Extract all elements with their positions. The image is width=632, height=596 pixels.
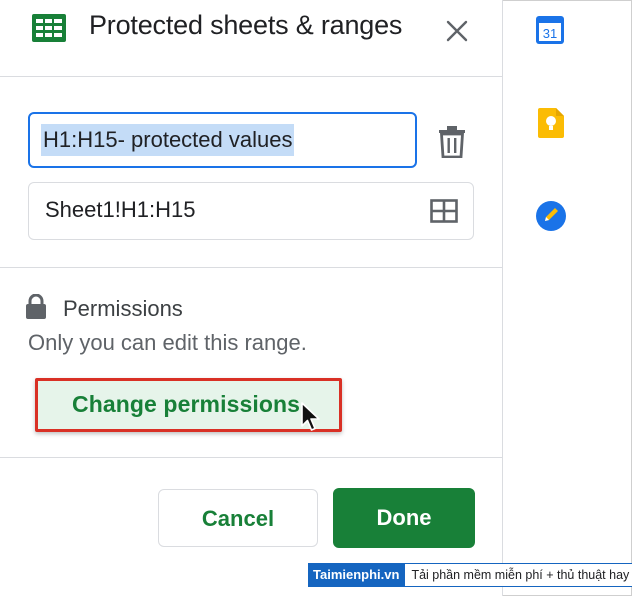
range-field[interactable]: Sheet1!H1:H15 (28, 182, 474, 240)
description-value: H1:H15- protected values (41, 124, 295, 156)
watermark-brand: Taimienphi.vn (308, 563, 405, 587)
section-divider (0, 267, 502, 268)
lock-icon (25, 293, 47, 325)
watermark-tagline: Tải phần mềm miễn phí + thủ thuật hay (404, 563, 632, 587)
watermark-banner: Taimienphi.vn Tải phần mềm miễn phí + th… (308, 563, 632, 587)
permissions-heading: Permissions (63, 296, 183, 321)
permissions-description: Only you can edit this range. (28, 330, 307, 355)
trash-icon[interactable] (438, 126, 466, 163)
header-divider (0, 76, 502, 77)
keep-icon[interactable] (538, 108, 564, 143)
cancel-label: Cancel (201, 506, 275, 531)
change-permissions-button[interactable]: Change permissions (35, 378, 342, 432)
calendar-icon[interactable]: 31 (536, 16, 564, 49)
done-button[interactable]: Done (333, 488, 475, 548)
calendar-day: 31 (543, 26, 557, 41)
footer-divider (0, 457, 502, 458)
mouse-cursor-icon (300, 402, 322, 437)
side-panel-divider (502, 0, 503, 596)
change-permissions-label: Change permissions (72, 391, 301, 417)
grid-icon[interactable] (430, 199, 458, 228)
sheets-icon (32, 14, 66, 47)
panel-title: Protected sheets & ranges (89, 10, 403, 40)
close-icon[interactable] (445, 19, 469, 48)
range-value: Sheet1!H1:H15 (45, 197, 196, 222)
done-label: Done (376, 505, 432, 530)
protected-ranges-panel: Protected sheets & ranges H1:H15- protec… (0, 0, 502, 596)
cancel-button[interactable]: Cancel (158, 489, 318, 547)
tasks-icon[interactable] (536, 201, 566, 236)
